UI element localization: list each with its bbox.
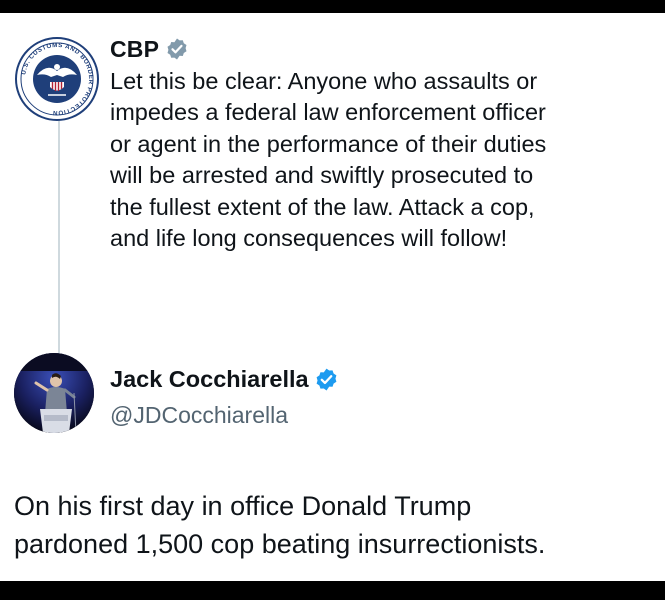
screenshot-frame: U.S. CUSTOMS AND BORDER PROTECTION CBP L… — [0, 0, 665, 600]
cbp-seal-icon: U.S. CUSTOMS AND BORDER PROTECTION — [15, 37, 99, 121]
gray-verified-badge-icon[interactable] — [165, 37, 189, 61]
cbp-tweet-line: impedes a federal law enforcement office… — [110, 99, 546, 126]
cbp-tweet-line: the fullest extent of the law. Attack a … — [110, 193, 535, 220]
cbp-tweet-header: CBP — [110, 31, 189, 67]
jack-handle[interactable]: @JDCocchiarella — [110, 402, 288, 429]
jack-author-name[interactable]: Jack Cocchiarella — [110, 366, 309, 393]
thread-connector-line — [58, 115, 60, 355]
speaker-photo-icon — [14, 353, 94, 433]
cbp-tweet-text: Let this be clear: Anyone who assaults o… — [110, 66, 650, 254]
cbp-avatar[interactable]: U.S. CUSTOMS AND BORDER PROTECTION — [15, 37, 99, 121]
jack-avatar[interactable] — [14, 353, 94, 433]
cbp-author-name[interactable]: CBP — [110, 36, 159, 63]
jack-tweet-line: On his first day in office Donald Trump — [14, 491, 472, 521]
jack-tweet-header: Jack Cocchiarella — [110, 366, 339, 393]
blue-verified-badge-icon[interactable] — [314, 367, 339, 392]
cbp-tweet-line: will be arrested and swiftly prosecuted … — [110, 162, 534, 189]
jack-tweet-line: pardoned 1,500 cop beating insurrectioni… — [14, 529, 546, 559]
jack-tweet-text: On his first day in office Donald Trump … — [14, 487, 654, 563]
cbp-tweet-line: Let this be clear: Anyone who assaults o… — [110, 68, 538, 94]
cbp-tweet-line: and life long consequences will follow! — [110, 225, 508, 252]
cbp-tweet-line: or agent in the performance of their dut… — [110, 130, 547, 157]
tweet-thread-card: U.S. CUSTOMS AND BORDER PROTECTION CBP L… — [0, 13, 665, 581]
